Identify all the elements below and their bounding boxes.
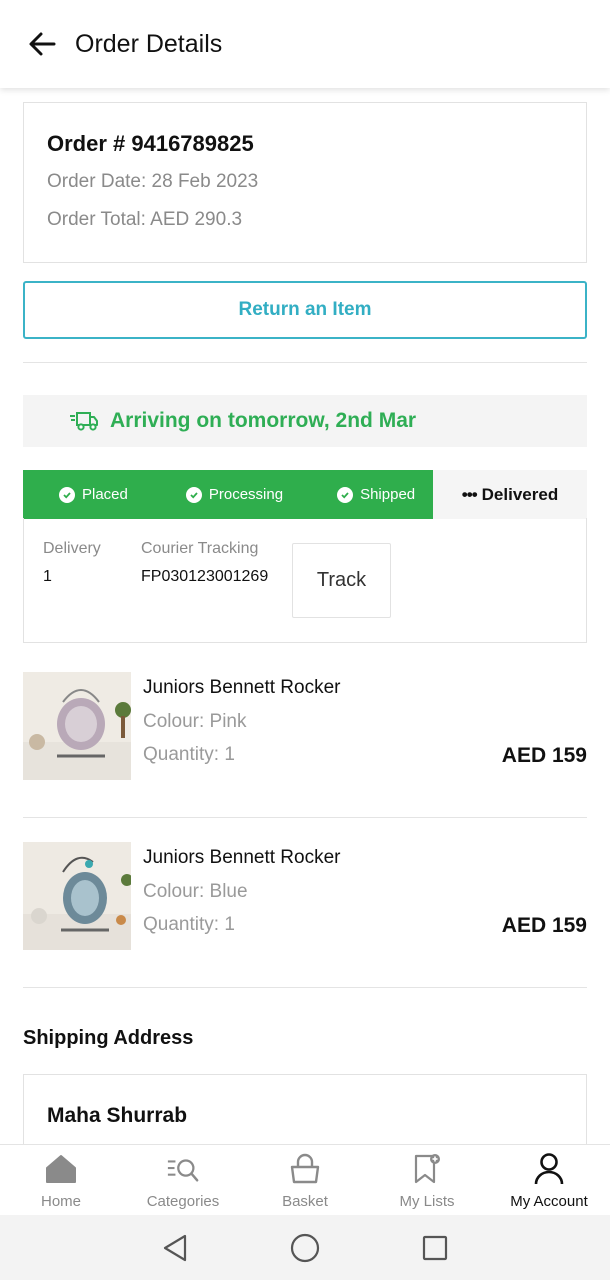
order-total: Order Total: AED 290.3: [47, 209, 243, 230]
nav-label: Categories: [146, 1193, 220, 1210]
product-item[interactable]: Juniors Bennett Rocker Colour: Blue Quan…: [23, 842, 587, 952]
circle-home-icon: [290, 1233, 320, 1262]
return-item-button[interactable]: Return an Item: [23, 281, 587, 339]
system-back-button[interactable]: [150, 1223, 200, 1273]
home-icon: [44, 1152, 78, 1186]
product-colour: Colour: Blue: [143, 881, 248, 902]
order-summary-card: Order # 9416789825 Order Date: 28 Feb 20…: [23, 102, 587, 263]
check-icon: [185, 486, 202, 503]
system-navigation-bar: [0, 1215, 610, 1280]
product-quantity: Quantity: 1: [143, 914, 235, 935]
check-icon: [59, 486, 75, 503]
square-recents-icon: [422, 1235, 448, 1260]
app-bar: Order Details: [0, 0, 610, 88]
delivery-label: Delivery: [43, 540, 101, 557]
step-shipped: Shipped: [337, 486, 415, 503]
product-name: Juniors Bennett Rocker: [143, 847, 341, 868]
nav-my-lists[interactable]: My Lists: [366, 1145, 488, 1215]
product-name: Juniors Bennett Rocker: [143, 677, 341, 698]
arrival-banner: Arriving on tomorrow, 2nd Mar: [23, 395, 587, 447]
account-icon: [532, 1152, 566, 1186]
product-price: AED 159: [501, 914, 587, 937]
courier-tracking-number: FP030123001269: [141, 568, 269, 585]
nav-label: Home: [40, 1193, 81, 1210]
step-processing: Processing: [185, 486, 284, 503]
tracking-box: Delivery 1 Courier Tracking FP0301230012…: [23, 518, 587, 643]
product-price: AED 159: [501, 744, 587, 767]
product-image[interactable]: [23, 672, 131, 780]
nav-categories[interactable]: Categories: [122, 1145, 244, 1215]
back-button[interactable]: [20, 22, 64, 66]
product-quantity: Quantity: 1: [143, 744, 235, 765]
step-label: Shipped: [360, 486, 416, 503]
order-number: Order # 9416789825: [47, 131, 254, 156]
nav-home[interactable]: Home: [0, 1145, 122, 1215]
divider: [23, 817, 587, 818]
delivery-truck-icon: [70, 412, 98, 431]
page-title: Order Details: [75, 29, 223, 58]
back-arrow-icon: [29, 32, 56, 56]
shipping-address-card: Maha Shurrab: [23, 1074, 587, 1144]
categories-icon: [166, 1152, 200, 1186]
step-label: Delivered: [481, 484, 559, 504]
order-details-content[interactable]: Order # 9416789825 Order Date: 28 Feb 20…: [0, 88, 610, 1144]
courier-tracking-label: Courier Tracking: [141, 540, 259, 557]
delivery-value: 1: [43, 568, 52, 585]
step-label: Placed: [82, 486, 128, 503]
nav-label: Basket: [282, 1193, 328, 1210]
nav-label: My Account: [510, 1193, 588, 1210]
nav-label: My Lists: [399, 1193, 455, 1210]
product-image[interactable]: [23, 842, 131, 950]
system-home-button[interactable]: [280, 1223, 330, 1273]
order-date: Order Date: 28 Feb 2023: [47, 171, 259, 192]
bottom-navigation: Home Categories Basket My Lists My Accou…: [0, 1144, 610, 1215]
step-delivered: ••• Delivered: [433, 470, 587, 519]
triangle-back-icon: [163, 1234, 187, 1261]
step-label: Processing: [208, 486, 284, 503]
nav-my-account[interactable]: My Account: [488, 1145, 610, 1215]
nav-basket[interactable]: Basket: [244, 1145, 366, 1215]
product-colour: Colour: Pink: [143, 711, 247, 732]
track-button[interactable]: Track: [292, 543, 391, 618]
arrival-text: Arriving on tomorrow, 2nd Mar: [110, 409, 417, 432]
check-icon: [337, 486, 354, 503]
step-placed: Placed: [59, 486, 128, 503]
divider: [23, 362, 587, 363]
order-progress-bar: Placed Processing Shipped ••• Delivered: [23, 470, 587, 519]
recipient-name: Maha Shurrab: [47, 1104, 188, 1127]
shipping-address-title: Shipping Address: [23, 1027, 194, 1049]
system-recents-button[interactable]: [410, 1223, 460, 1273]
completed-steps: Placed Processing Shipped: [23, 470, 433, 519]
basket-icon: [288, 1152, 322, 1186]
divider: [23, 987, 587, 988]
pending-dots-icon: •••: [461, 484, 478, 504]
product-item[interactable]: Juniors Bennett Rocker Colour: Pink Quan…: [23, 672, 587, 782]
my-lists-icon: [410, 1152, 444, 1186]
